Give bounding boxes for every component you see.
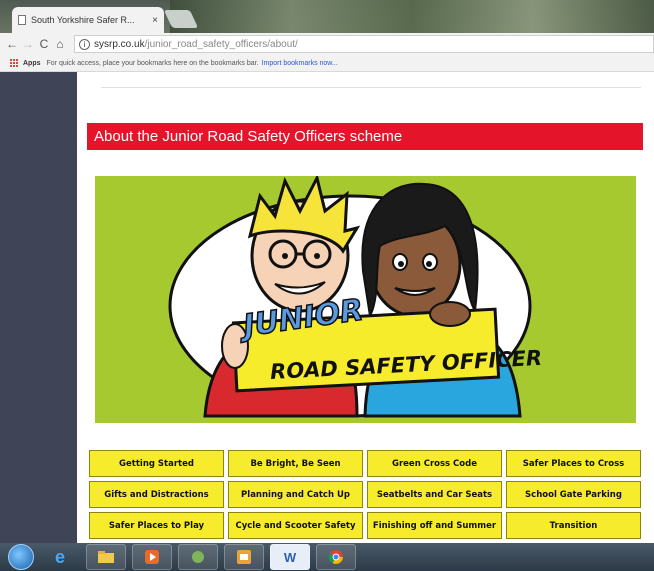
file-explorer-icon[interactable] [86, 544, 126, 570]
mail-icon [237, 550, 251, 564]
topic-buttons: Getting Started Be Bright, Be Seen Green… [89, 450, 642, 539]
main-content: About the Junior Road Safety Officers sc… [77, 72, 654, 543]
chrome-logo-icon [328, 550, 343, 564]
button-finishing-off-and-summer[interactable]: Finishing off and Summer [367, 512, 502, 539]
start-button[interactable] [8, 544, 34, 570]
apps-link[interactable]: Apps [23, 60, 41, 67]
web-page: About the Junior Road Safety Officers sc… [0, 72, 654, 543]
button-cycle-and-scooter-safety[interactable]: Cycle and Scooter Safety [228, 512, 363, 539]
button-safer-places-to-cross[interactable]: Safer Places to Cross [506, 450, 641, 477]
forward-icon[interactable]: → [20, 37, 36, 51]
page-heading: About the Junior Road Safety Officers sc… [87, 123, 643, 150]
tab-strip: South Yorkshire Safer R... × [0, 0, 654, 33]
chrome-icon[interactable] [316, 544, 356, 570]
leaf-icon [192, 551, 204, 563]
jrso-banner-image: JUNIOR ROAD SAFETY OFFICER [95, 173, 636, 423]
button-be-bright-be-seen[interactable]: Be Bright, Be Seen [228, 450, 363, 477]
media-player-icon[interactable] [132, 544, 172, 570]
outlook-icon[interactable] [224, 544, 264, 570]
word-icon[interactable]: W [270, 544, 310, 570]
play-icon [145, 550, 159, 564]
left-sidebar [0, 72, 77, 543]
info-icon[interactable]: i [79, 38, 90, 50]
divider [101, 87, 641, 88]
app-icon[interactable] [178, 544, 218, 570]
button-seatbelts-and-car-seats[interactable]: Seatbelts and Car Seats [367, 481, 502, 508]
button-getting-started[interactable]: Getting Started [89, 450, 224, 477]
button-gifts-and-distractions[interactable]: Gifts and Distractions [89, 481, 224, 508]
button-safer-places-to-play[interactable]: Safer Places to Play [89, 512, 224, 539]
close-icon[interactable]: × [152, 15, 158, 26]
browser-tab[interactable]: South Yorkshire Safer R... × [12, 7, 164, 33]
tab-title: South Yorkshire Safer R... [31, 15, 135, 25]
url-domain: sysrp.co.uk [94, 38, 145, 50]
windows-taskbar: e W [0, 543, 654, 571]
window-background [170, 0, 654, 33]
reload-icon[interactable]: C [36, 37, 52, 51]
back-icon[interactable]: ← [4, 37, 20, 51]
page-icon [18, 15, 26, 25]
button-green-cross-code[interactable]: Green Cross Code [367, 450, 502, 477]
button-transition[interactable]: Transition [506, 512, 641, 539]
apps-grid-icon[interactable] [10, 58, 19, 68]
url-path: /junior_road_safety_officers/about/ [144, 38, 298, 50]
address-bar[interactable]: i sysrp.co.uk/junior_road_safety_officer… [74, 35, 654, 53]
button-school-gate-parking[interactable]: School Gate Parking [506, 481, 641, 508]
home-icon[interactable]: ⌂ [52, 37, 68, 51]
button-planning-and-catch-up[interactable]: Planning and Catch Up [228, 481, 363, 508]
folder-icon [98, 551, 114, 563]
bookmarks-hint: For quick access, place your bookmarks h… [46, 59, 259, 67]
browser-toolbar: ← → C ⌂ i sysrp.co.uk/junior_road_safety… [0, 33, 654, 55]
screen: South Yorkshire Safer R... × ← → C ⌂ i s… [0, 0, 654, 571]
import-bookmarks-link[interactable]: Import bookmarks now... [262, 60, 338, 67]
internet-explorer-icon[interactable]: e [40, 544, 80, 570]
jrso-logo-illustration: JUNIOR ROAD SAFETY OFFICER [168, 173, 543, 418]
bookmarks-bar: Apps For quick access, place your bookma… [0, 55, 654, 72]
